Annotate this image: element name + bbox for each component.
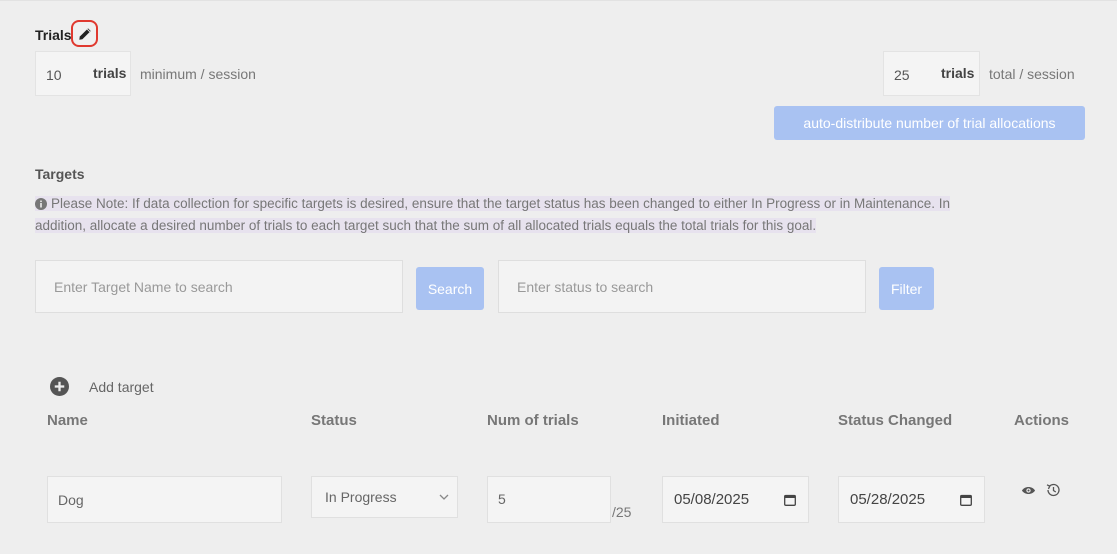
note-line-2: addition, allocate a desired number of t… (35, 218, 817, 233)
min-trials-value: 10 (46, 67, 62, 83)
filter-button[interactable]: Filter (879, 267, 934, 310)
total-trials-value: 25 (894, 67, 910, 83)
initiated-date-value: 05/08/2025 (674, 491, 750, 508)
header-name: Name (47, 412, 88, 429)
header-status-changed: Status Changed (838, 412, 953, 429)
status-search-input[interactable]: Enter status to search (498, 260, 866, 313)
target-name-input[interactable]: Dog (47, 476, 282, 523)
status-select[interactable]: In Progress (311, 476, 458, 518)
status-value: In Progress (325, 489, 397, 505)
top-divider (0, 0, 1117, 1)
targets-note: Please Note: If data collection for spec… (35, 193, 1045, 237)
calendar-icon[interactable] (960, 494, 972, 506)
note-line-1: Please Note: If data collection for spec… (51, 196, 951, 211)
total-trials-field[interactable]: 25 trials (883, 51, 980, 96)
target-name-search-input[interactable]: Enter Target Name to search (35, 260, 403, 313)
calendar-icon[interactable] (784, 494, 796, 506)
min-trials-suffix: minimum / session (140, 66, 256, 82)
num-trials-value: 5 (498, 491, 506, 507)
pencil-icon (78, 27, 92, 41)
total-trials-suffix: total / session (989, 66, 1075, 82)
header-initiated: Initiated (662, 412, 720, 429)
num-trials-input[interactable]: 5 (487, 476, 611, 523)
num-trials-suffix: /25 (612, 504, 632, 520)
targets-title: Targets (35, 166, 85, 182)
header-num-trials: Num of trials (487, 412, 579, 429)
edit-trials-button[interactable] (71, 20, 98, 47)
initiated-date-input[interactable]: 05/08/2025 (662, 476, 809, 523)
plus-circle-icon (50, 377, 69, 396)
header-actions: Actions (1014, 412, 1070, 429)
total-trials-unit: trials (941, 65, 975, 81)
chevron-down-icon (439, 494, 449, 500)
auto-distribute-button[interactable]: auto-distribute number of trial allocati… (774, 106, 1085, 140)
target-name-search-placeholder: Enter Target Name to search (54, 278, 233, 295)
status-search-placeholder: Enter status to search (517, 278, 654, 295)
eye-icon[interactable] (1021, 485, 1036, 496)
add-target-label: Add target (89, 378, 154, 395)
header-status: Status (311, 412, 357, 429)
history-icon[interactable] (1045, 482, 1061, 498)
trials-title: Trials (35, 27, 72, 43)
search-button[interactable]: Search (416, 267, 484, 310)
status-changed-date-input[interactable]: 05/28/2025 (838, 476, 985, 523)
add-target-button[interactable]: Add target (50, 377, 154, 396)
info-icon (35, 198, 47, 210)
status-changed-date-value: 05/28/2025 (850, 491, 926, 508)
min-trials-field[interactable]: 10 trials (35, 51, 131, 96)
target-name-value: Dog (58, 491, 84, 508)
min-trials-unit: trials (93, 65, 127, 81)
